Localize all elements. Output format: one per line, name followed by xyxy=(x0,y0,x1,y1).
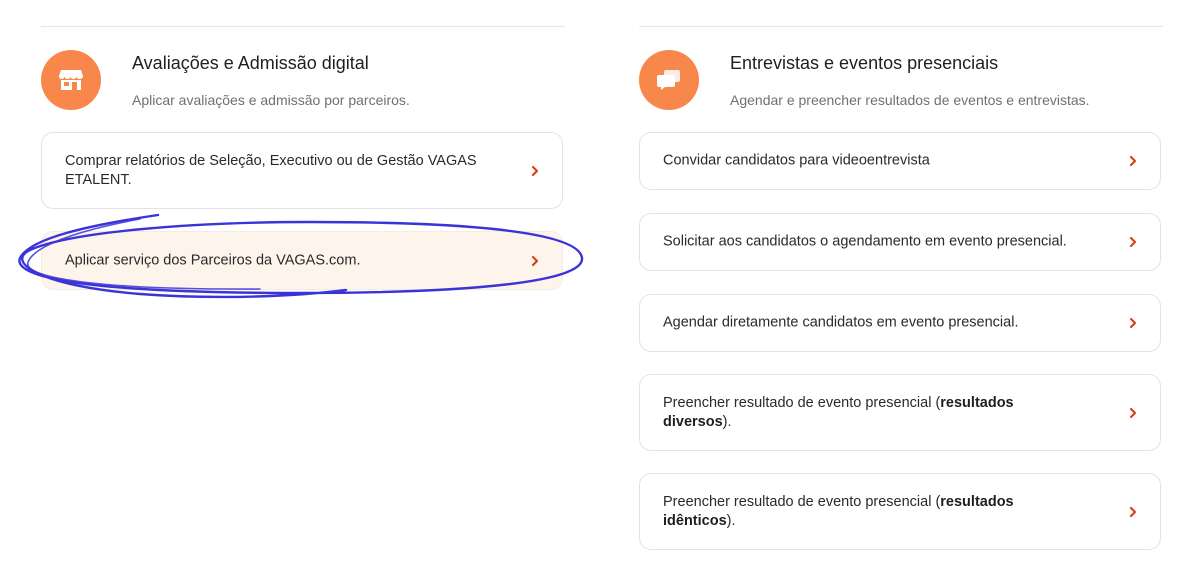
section-avaliacoes: Avaliações e Admissão digital Aplicar av… xyxy=(41,0,565,582)
chevron-right-icon xyxy=(531,165,539,176)
option-label-pre: Preencher resultado de evento presencial… xyxy=(663,394,941,411)
option-label: Solicitar aos candidatos o agendamento e… xyxy=(663,233,1067,250)
page: Avaliações e Admissão digital Aplicar av… xyxy=(0,0,1200,582)
chevron-right-icon xyxy=(1129,506,1137,517)
section-title: Entrevistas e eventos presenciais xyxy=(730,53,999,73)
chevron-right-icon xyxy=(531,255,539,266)
chevron-right-icon xyxy=(1129,155,1137,167)
section-header: Entrevistas e eventos presenciais Agenda… xyxy=(639,50,1163,110)
option-label: Preencher resultado de evento presencial… xyxy=(663,394,1080,432)
option-label-post: ). xyxy=(726,512,736,529)
option-label: Convidar candidatos para videoentrevista xyxy=(663,152,930,169)
chat-bubbles-icon xyxy=(639,50,699,110)
section-header: Avaliações e Admissão digital Aplicar av… xyxy=(41,50,565,110)
section-title: Avaliações e Admissão digital xyxy=(132,53,369,73)
option-resultados-identicos[interactable]: Preencher resultado de evento presencial… xyxy=(639,473,1161,550)
option-aplicar-parceiros[interactable]: Aplicar serviço dos Parceiros da VAGAS.c… xyxy=(41,231,563,290)
option-label: Agendar diretamente candidatos em evento… xyxy=(663,314,1019,331)
option-agendar-diretamente[interactable]: Agendar diretamente candidatos em evento… xyxy=(639,294,1161,352)
option-convidar-videoentrevista[interactable]: Convidar candidatos para videoentrevista xyxy=(639,132,1161,190)
option-comprar-relatorios[interactable]: Comprar relatórios de Seleção, Executivo… xyxy=(41,132,563,209)
storefront-icon xyxy=(41,50,101,110)
option-solicitar-agendamento[interactable]: Solicitar aos candidatos o agendamento e… xyxy=(639,213,1161,271)
chevron-right-icon xyxy=(1129,407,1137,418)
chevron-right-icon xyxy=(1129,317,1137,329)
option-label-post: ). xyxy=(722,413,732,430)
option-label-pre: Preencher resultado de evento presencial… xyxy=(663,493,941,510)
option-resultados-diversos[interactable]: Preencher resultado de evento presencial… xyxy=(639,374,1161,451)
option-label: Preencher resultado de evento presencial… xyxy=(663,493,1080,531)
section-entrevistas: Entrevistas e eventos presenciais Agenda… xyxy=(639,0,1163,582)
section-subtitle: Aplicar avaliações e admissão por parcei… xyxy=(132,92,410,108)
section-subtitle: Agendar e preencher resultados de evento… xyxy=(730,92,1090,108)
chevron-right-icon xyxy=(1129,236,1137,248)
section-divider xyxy=(41,26,565,27)
section-divider xyxy=(639,26,1163,27)
option-label: Comprar relatórios de Seleção, Executivo… xyxy=(65,152,477,188)
option-label: Aplicar serviço dos Parceiros da VAGAS.c… xyxy=(65,252,361,268)
